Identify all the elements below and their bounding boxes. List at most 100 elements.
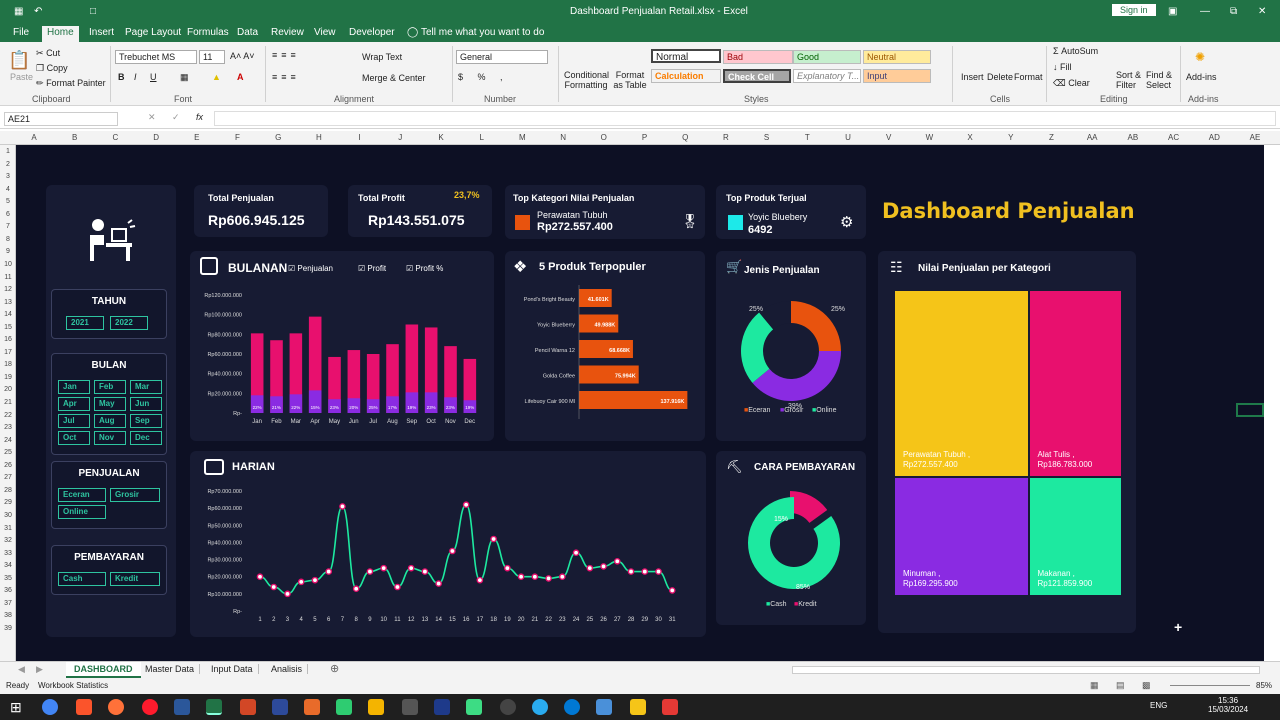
slicer-grosir[interactable]: Grosir (110, 488, 160, 502)
row-header[interactable]: 30 (0, 512, 16, 519)
column-header[interactable]: L (472, 133, 492, 142)
row-header[interactable]: 16 (0, 336, 16, 343)
row-header[interactable]: 33 (0, 550, 16, 557)
close-icon[interactable]: ✕ (1258, 6, 1266, 17)
selected-cell-ae21[interactable] (1236, 403, 1264, 417)
slicer-kredit[interactable]: Kredit (110, 572, 160, 586)
horizontal-scrollbar[interactable] (792, 666, 1260, 674)
sign-in-button[interactable]: Sign in (1112, 4, 1156, 16)
column-header[interactable]: B (65, 133, 85, 142)
align-top-icons[interactable]: ≡≡≡ (272, 50, 300, 60)
clock[interactable]: 15:36 15/03/2024 (1208, 696, 1248, 714)
legend-profit[interactable]: ☑ Profit (358, 264, 386, 273)
app-icon-6[interactable] (466, 699, 482, 715)
menu-formulas[interactable]: Formulas (182, 27, 234, 42)
row-header[interactable]: 15 (0, 324, 16, 331)
slicer-tahun-2022[interactable]: 2022 (110, 316, 148, 330)
file-explorer-icon[interactable] (630, 699, 646, 715)
sort-filter-button[interactable]: Sort & Filter (1116, 70, 1144, 90)
row-header[interactable]: 27 (0, 474, 16, 481)
font-name-select[interactable]: Trebuchet MS (115, 50, 197, 64)
row-header[interactable]: 10 (0, 261, 16, 268)
row-header[interactable]: 11 (0, 274, 16, 281)
style-calculation[interactable]: Calculation (651, 69, 721, 83)
row-header[interactable]: 29 (0, 499, 16, 506)
menu-review[interactable]: Review (266, 27, 309, 42)
row-header[interactable]: 20 (0, 386, 16, 393)
row-header[interactable]: 24 (0, 437, 16, 444)
copy-button[interactable]: ❐ Copy (36, 63, 68, 74)
zoom-slider[interactable] (1170, 685, 1250, 686)
column-header[interactable]: AD (1204, 133, 1224, 142)
column-header[interactable]: N (553, 133, 573, 142)
slicer-eceran[interactable]: Eceran (58, 488, 106, 502)
paste-icon[interactable]: 📋 (8, 50, 30, 71)
fill-button[interactable]: ↓ Fill (1053, 62, 1072, 72)
name-box[interactable]: AE21 (4, 112, 118, 126)
menu-insert[interactable]: Insert (84, 27, 119, 42)
font-color-icon[interactable]: A (237, 72, 244, 82)
brave-icon[interactable] (76, 699, 92, 715)
app-icon-2[interactable] (336, 699, 352, 715)
firefox-icon[interactable] (108, 699, 124, 715)
borders-icon[interactable]: ▦ (180, 72, 189, 83)
row-header[interactable]: 6 (0, 211, 16, 218)
formula-input[interactable] (214, 111, 1276, 126)
row-header[interactable]: 8 (0, 236, 16, 243)
row-header[interactable]: 4 (0, 186, 16, 193)
menu-home[interactable]: Home (42, 26, 79, 42)
column-header[interactable]: M (512, 133, 532, 142)
formula-cancel-icon[interactable]: ✕ (148, 112, 156, 123)
format-as-table-button[interactable]: Format as Table (610, 70, 650, 90)
ribbon-display-icon[interactable]: ▣ (1168, 6, 1177, 17)
quick-access-icon[interactable]: □ (90, 6, 96, 17)
tab-scroll-left-icon[interactable]: ◀ (18, 664, 25, 675)
row-header[interactable]: 3 (0, 173, 16, 180)
row-header[interactable]: 13 (0, 299, 16, 306)
underline-button[interactable]: U (150, 72, 157, 82)
tab-dashboard[interactable]: DASHBOARD (66, 662, 141, 678)
column-header[interactable]: R (716, 133, 736, 142)
row-header[interactable]: 28 (0, 487, 16, 494)
app-icon-1[interactable] (304, 699, 320, 715)
clear-button[interactable]: ⌫ Clear (1053, 78, 1090, 89)
wrap-text-button[interactable]: Wrap Text (362, 52, 402, 62)
function-icon[interactable]: fx (196, 112, 203, 122)
column-header[interactable]: C (105, 133, 125, 142)
row-header[interactable]: 23 (0, 424, 16, 431)
slicer-month[interactable]: Feb (94, 380, 126, 394)
format-cells-button[interactable]: Format (1014, 72, 1043, 82)
cut-button[interactable]: ✂ Cut (36, 48, 60, 59)
row-header[interactable]: 35 (0, 575, 16, 582)
row-header[interactable]: 32 (0, 537, 16, 544)
column-header[interactable]: P (635, 133, 655, 142)
language-indicator[interactable]: ENG (1150, 701, 1167, 710)
bold-button[interactable]: B (118, 72, 125, 82)
column-header[interactable]: U (838, 133, 858, 142)
row-header[interactable]: 1 (0, 148, 16, 155)
row-header[interactable]: 12 (0, 286, 16, 293)
tab-scroll-right-icon[interactable]: ▶ (36, 664, 43, 675)
column-header[interactable]: D (146, 133, 166, 142)
app-icon-4[interactable] (402, 699, 418, 715)
row-header[interactable]: 38 (0, 612, 16, 619)
row-header[interactable]: 36 (0, 587, 16, 594)
column-header[interactable]: G (268, 133, 288, 142)
zoom-level[interactable]: 85% (1256, 681, 1272, 690)
column-header[interactable]: A (24, 133, 44, 142)
tab-analisis[interactable]: Analisis (266, 664, 309, 674)
tell-me-search[interactable]: Tell me what you want to do (416, 27, 549, 42)
app-icon-7[interactable] (500, 699, 516, 715)
column-header[interactable]: Z (1042, 133, 1062, 142)
app-icon-10[interactable] (662, 699, 678, 715)
number-format-icons[interactable]: $ % , (458, 72, 509, 82)
row-header[interactable]: 22 (0, 412, 16, 419)
column-header[interactable]: W (919, 133, 939, 142)
formula-enter-icon[interactable]: ✓ (172, 112, 180, 123)
row-header[interactable]: 5 (0, 198, 16, 205)
column-header[interactable]: O (594, 133, 614, 142)
column-header[interactable]: V (879, 133, 899, 142)
addins-button[interactable]: Add-ins (1186, 72, 1217, 82)
italic-button[interactable]: I (134, 72, 137, 82)
excel-icon[interactable] (206, 699, 222, 715)
